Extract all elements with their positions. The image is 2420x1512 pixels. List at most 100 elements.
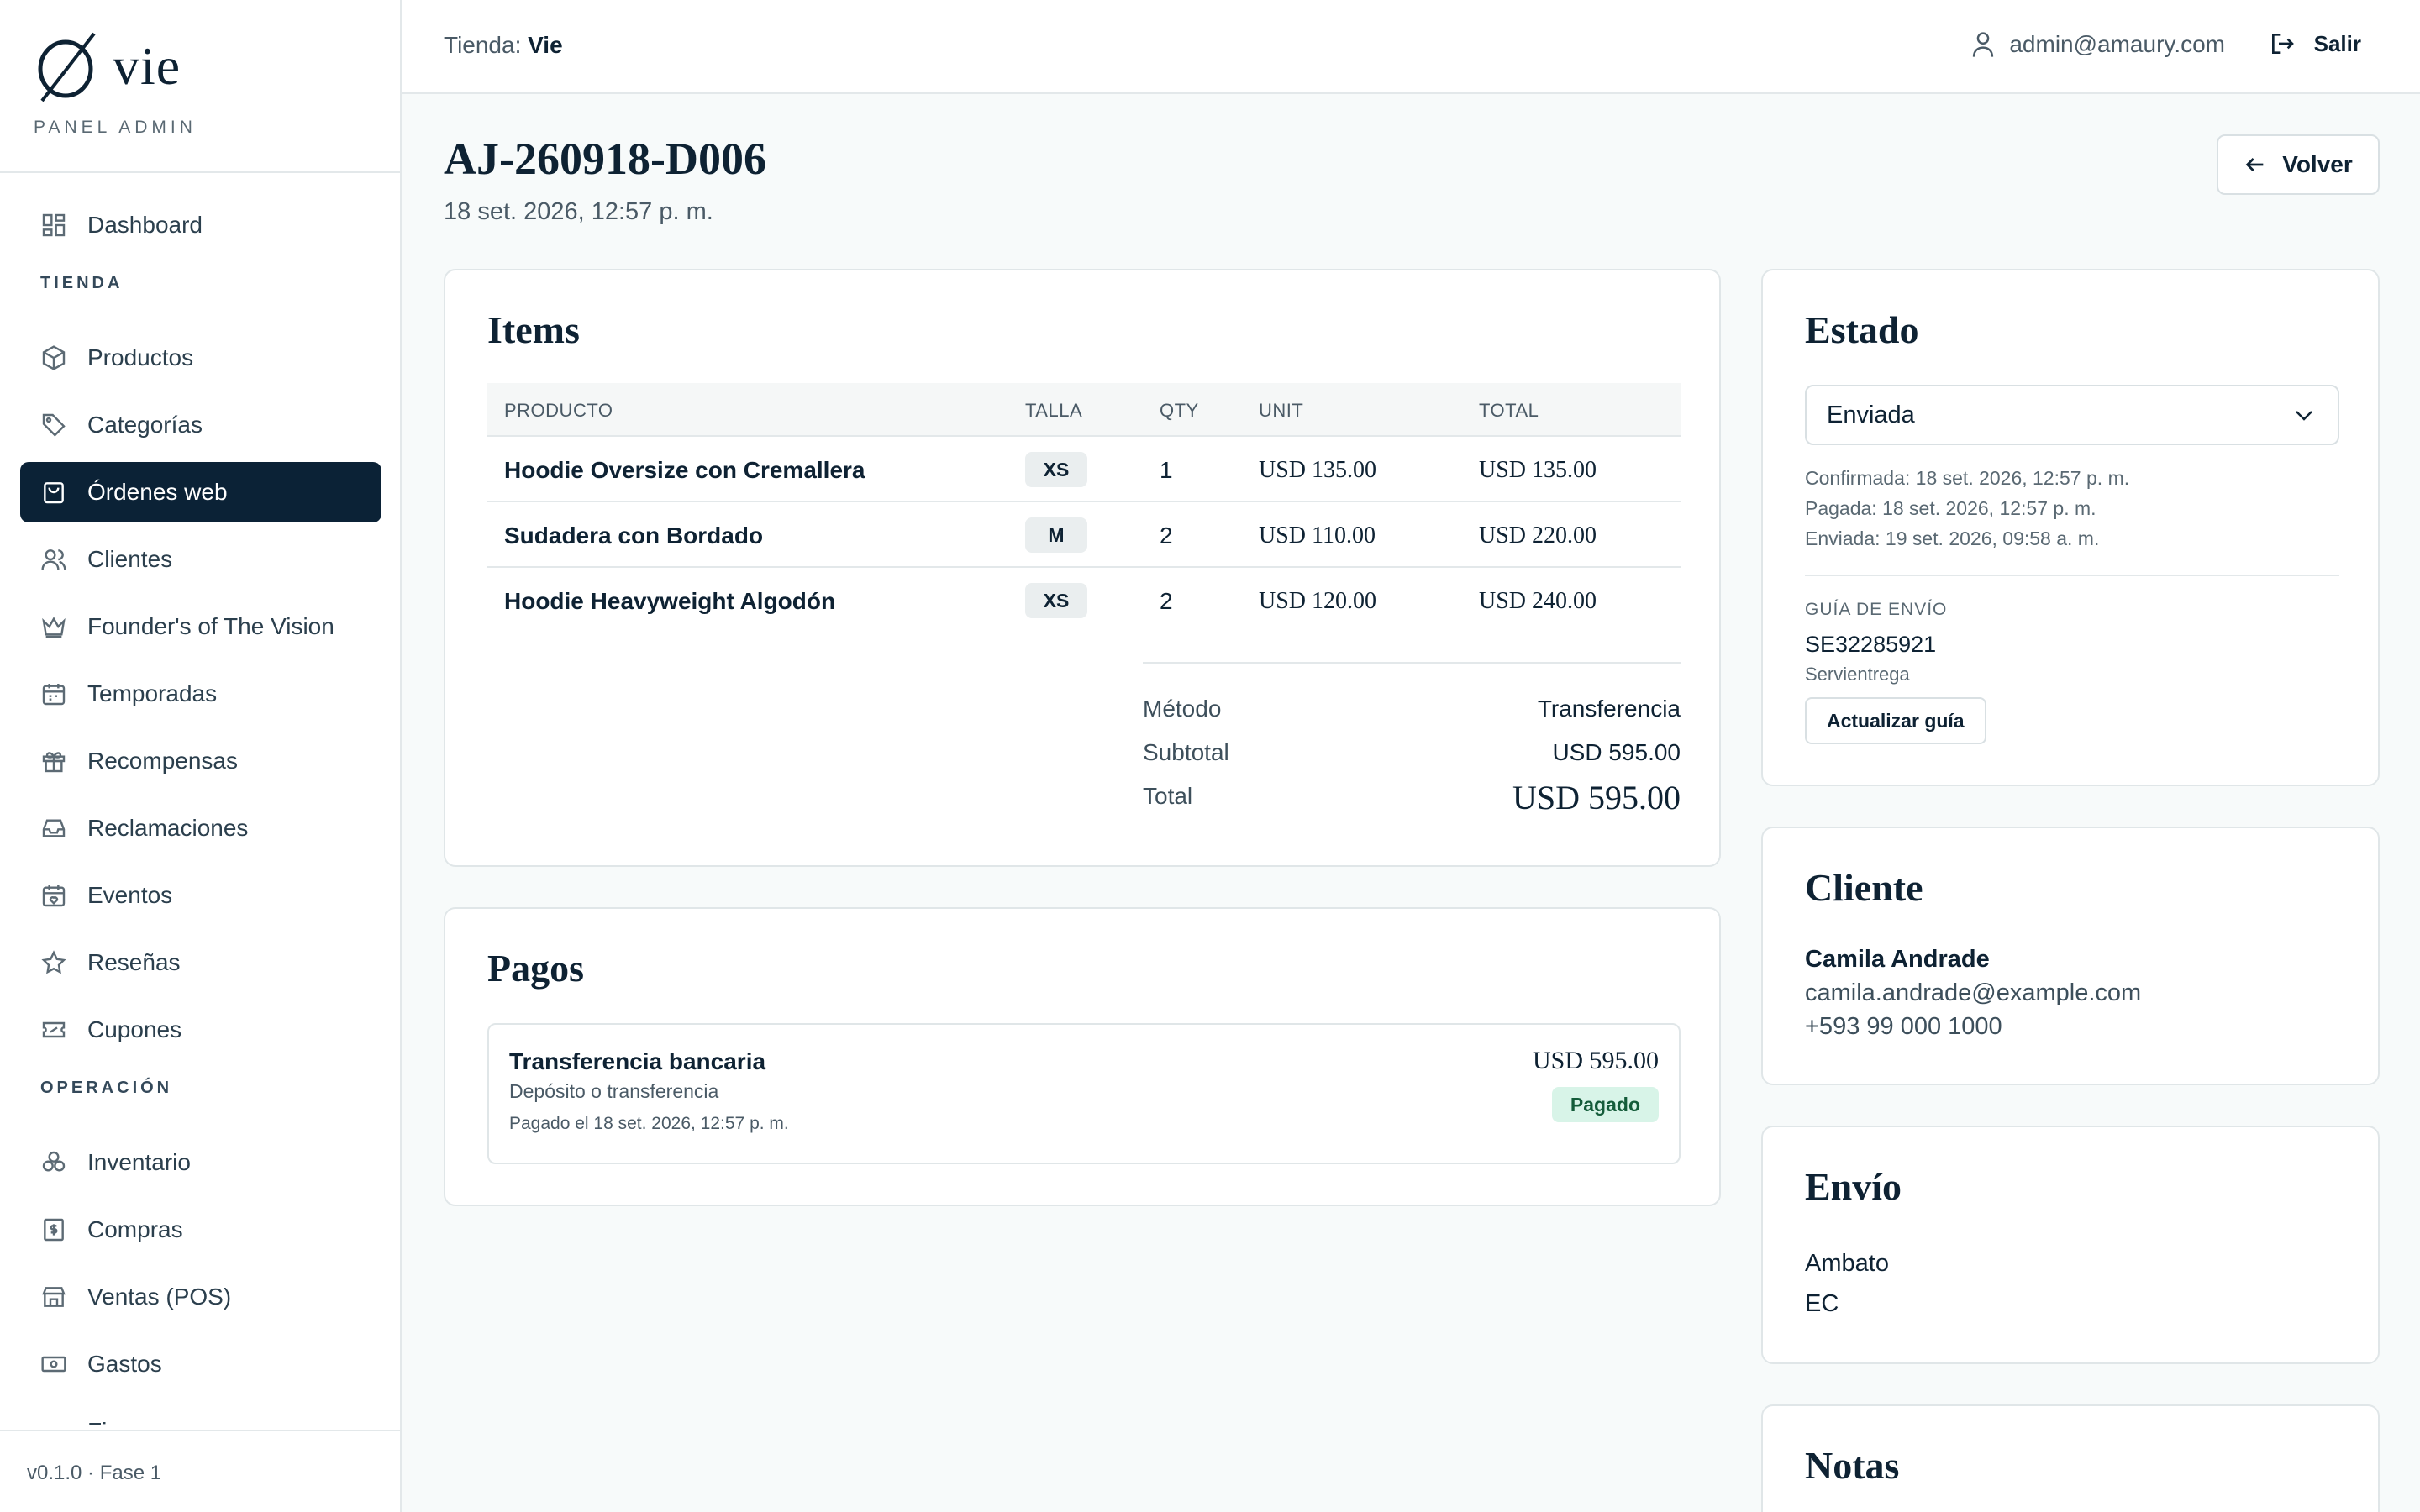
section-tienda: TIENDA	[40, 274, 124, 292]
size-badge: XS	[1025, 452, 1087, 487]
sidebar-item-eventos[interactable]: Eventos	[20, 865, 381, 926]
sidebar-item-label: Finanzas	[87, 1418, 183, 1425]
sidebar-item-inventario[interactable]: Inventario	[20, 1132, 381, 1193]
brand-name: vie	[113, 36, 182, 96]
tag-icon	[42, 413, 66, 437]
item-total: USD 135.00	[1479, 457, 1597, 483]
back-button-label: Volver	[2282, 151, 2353, 177]
guide-label: GUÍA DE ENVÍO	[1805, 600, 1948, 619]
sidebar-item-dashboard[interactable]: Dashboard	[20, 195, 381, 255]
subtotal-label: Subtotal	[1143, 739, 1229, 765]
order-date: 18 set. 2026, 12:57 p. m.	[444, 198, 713, 225]
sidebar-item-label: Reclamaciones	[87, 815, 249, 841]
sidebar-item-categorias[interactable]: Categorías	[20, 395, 381, 455]
chevron-down-icon	[2296, 411, 2312, 421]
col-producto: PRODUCTO	[504, 400, 613, 421]
sidebar-item-recompensas[interactable]: Recompensas	[20, 731, 381, 791]
col-talla: TALLA	[1025, 400, 1083, 421]
sidebar-item-productos[interactable]: Productos	[20, 328, 381, 388]
table-row: Hoodie Oversize con Cremallera XS 1 USD …	[487, 437, 1681, 502]
sidebar-item-ventas-pos[interactable]: Ventas (POS)	[20, 1267, 381, 1327]
sidebar-item-compras[interactable]: Compras	[20, 1200, 381, 1260]
version-label: v0.1.0 · Fase 1	[0, 1430, 400, 1512]
sidebar-item-label: Eventos	[87, 882, 173, 908]
user-icon	[1973, 32, 1994, 57]
sidebar-item-gastos[interactable]: Gastos	[20, 1334, 381, 1394]
payments-card: Pagos Transferencia bancaria Depósito o …	[444, 907, 1721, 1206]
sidebar-item-label: Inventario	[87, 1149, 191, 1175]
brand-subtitle: PANEL ADMIN	[34, 118, 197, 137]
sidebar-item-label: Productos	[87, 344, 194, 370]
boxes-icon	[42, 1151, 66, 1172]
sidebar-item-temporadas[interactable]: Temporadas	[20, 664, 381, 724]
col-qty: QTY	[1160, 400, 1199, 421]
user-account[interactable]: admin@amaury.com	[1970, 30, 2225, 59]
client-email[interactable]: camila.andrade@example.com	[1805, 979, 2141, 1007]
item-product: Hoodie Heavyweight Algodón	[504, 588, 836, 614]
col-unit: UNIT	[1259, 400, 1304, 421]
receipt-dollar-icon	[44, 1218, 64, 1242]
subtotal-value: USD 595.00	[1552, 739, 1681, 765]
item-total: USD 240.00	[1479, 588, 1597, 614]
payment-amount: USD 595.00	[1532, 1047, 1659, 1074]
sidebar-item-resenas[interactable]: Reseñas	[20, 932, 381, 993]
status-card: Estado Enviada Confirmada: 18 set. 2026,…	[1761, 269, 2380, 786]
brand-logo[interactable]: vie	[34, 30, 400, 102]
client-title: Cliente	[1805, 866, 1923, 909]
client-name: Camila Andrade	[1805, 946, 1990, 973]
payment-name: Transferencia bancaria	[509, 1048, 766, 1074]
size-badge: M	[1025, 517, 1087, 553]
method-value: Transferencia	[1537, 696, 1681, 722]
trending-up-icon	[40, 1418, 67, 1425]
sidebar-item-label: Temporadas	[87, 680, 218, 706]
status-select[interactable]: Enviada	[1805, 385, 2339, 445]
sidebar-item-label: Clientes	[87, 546, 173, 572]
history-shipped: Enviada: 19 set. 2026, 09:58 a. m.	[1805, 528, 2100, 549]
sidebar-item-label: Cupones	[87, 1016, 182, 1042]
col-total: TOTAL	[1479, 400, 1539, 421]
store-prefix: Tienda:	[444, 32, 522, 58]
summary-subtotal: Subtotal USD 595.00	[1143, 739, 1681, 766]
payment-description: Depósito o transferencia	[509, 1080, 719, 1102]
summary-divider	[1143, 662, 1681, 664]
items-title: Items	[487, 308, 580, 351]
user-email: admin@amaury.com	[2009, 31, 2225, 57]
sidebar-nav: Dashboard TIENDA Productos Categorías Ór…	[0, 173, 400, 1425]
total-value: USD 595.00	[1512, 779, 1681, 816]
summary-total: Total USD 595.00	[1143, 779, 1681, 816]
sidebar-item-label: Compras	[87, 1216, 183, 1242]
table-row: Sudadera con Bordado M 2 USD 110.00 USD …	[487, 502, 1681, 568]
status-badge: Pagado	[1551, 1087, 1659, 1122]
brand: vie PANEL ADMIN	[0, 0, 400, 173]
calendar-icon	[42, 684, 66, 706]
inbox-icon	[42, 819, 66, 837]
payments-title: Pagos	[487, 947, 584, 990]
notes-card: Notas	[1761, 1404, 2380, 1512]
item-unit-price: USD 110.00	[1259, 522, 1376, 549]
item-unit-price: USD 135.00	[1259, 457, 1377, 483]
sidebar-item-clientes[interactable]: Clientes	[20, 529, 381, 590]
update-guide-button[interactable]: Actualizar guía	[1805, 697, 1986, 744]
sidebar-item-label: Ventas (POS)	[87, 1284, 232, 1310]
sidebar-item-finanzas[interactable]: Finanzas	[20, 1401, 381, 1425]
back-button[interactable]: Volver	[2217, 134, 2380, 195]
client-phone: +593 99 000 1000	[1805, 1013, 2002, 1040]
sidebar-item-cupones[interactable]: Cupones	[20, 1000, 381, 1060]
arrow-left-icon	[2245, 158, 2264, 171]
sidebar-item-ordenes-web[interactable]: Órdenes web	[20, 462, 381, 522]
sidebar-item-label: Gastos	[87, 1351, 162, 1377]
shopping-bag-icon	[44, 482, 64, 504]
sidebar-item-founders[interactable]: Founder's of The Vision	[20, 596, 381, 657]
crown-icon	[42, 617, 66, 638]
logout-button[interactable]: Salir	[2269, 30, 2361, 57]
item-product: Hoodie Oversize con Cremallera	[504, 457, 865, 483]
calendar-heart-icon	[42, 885, 66, 907]
topbar: Tienda: Vie admin@amaury.com Salir	[402, 0, 2420, 94]
ticket-icon	[42, 1021, 66, 1038]
store-name: Vie	[528, 32, 563, 58]
logout-icon	[2271, 34, 2294, 54]
star-icon	[41, 950, 66, 974]
status-divider	[1805, 575, 2339, 576]
sidebar-item-label: Founder's of The Vision	[87, 613, 334, 639]
sidebar-item-reclamaciones[interactable]: Reclamaciones	[20, 798, 381, 858]
